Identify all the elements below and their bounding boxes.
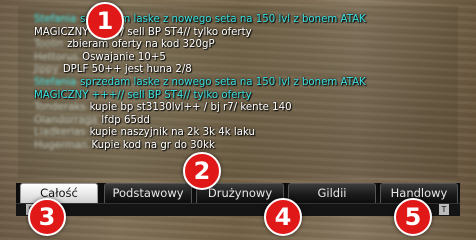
message-sender[interactable]: Hettorus	[34, 52, 78, 63]
message-text: sprzedam laske z nowego seta na 150 lvl …	[80, 76, 366, 88]
message-text: MAGICZNY +++// sell BP ST4// tylko ofert…	[34, 89, 252, 101]
tab-gildii[interactable]: Gildii	[288, 183, 376, 203]
corner-button-right[interactable]: T	[439, 204, 449, 215]
message-sender[interactable]: Toolin	[34, 39, 63, 50]
chat-message: Hettorus Oswajanie 10+5	[34, 52, 464, 65]
chat-message: MAGICZNY +++// sell BP ST4// tylko ofert…	[34, 90, 464, 103]
message-text: kupie bp st3130lvl++ / bj r7/ kente 140	[89, 102, 292, 114]
annotation-marker-3: 3	[28, 198, 66, 236]
chat-tab-bar: Całość Podstawowy Drużynowy Gildii Handl…	[16, 183, 460, 203]
chat-window: Stefania sprzedam laske z nowego seta na …	[18, 6, 458, 178]
chat-message: Toolin zbieram oferty na kod 320gP	[34, 39, 464, 52]
annotation-marker-2: 2	[183, 152, 221, 190]
annotation-marker-1: 1	[86, 2, 124, 40]
chat-message: Tonderaks kupie bp st3130lvl++ / bj r7/ k…	[34, 102, 464, 115]
message-sender[interactable]: Tonderaks	[34, 102, 86, 113]
chat-message: Hugerman Kupie kod na gr do 30kk	[34, 140, 464, 153]
message-text: DPLF 50++ jest huna 2/8	[62, 64, 192, 76]
message-text: Oswajanie 10+5	[82, 51, 166, 63]
tab-podstawowy[interactable]: Podstawowy	[104, 183, 192, 203]
message-text: kupie naszyjnik na 2k 3k 4k laku	[89, 127, 255, 139]
tab-calosc[interactable]: Całość	[20, 183, 98, 203]
message-sender[interactable]: Stefania	[34, 77, 76, 88]
chat-message: Liadkerias kupie naszyjnik na 2k 3k 4k la…	[34, 127, 464, 140]
message-sender[interactable]: Liadkerias	[34, 127, 86, 138]
message-text: Kupie kod na gr do 30kk	[91, 139, 215, 151]
chat-message: Olandorraga lfdp 65dd	[34, 115, 464, 128]
message-text: zbieram oferty na kod 320gP	[67, 39, 215, 51]
annotation-marker-5: 5	[394, 198, 432, 236]
message-text: MAGICZNY +++// sell BP ST4// tylko ofert…	[34, 26, 252, 38]
annotation-marker-4: 4	[264, 198, 302, 236]
message-sender[interactable]: Olandorraga	[34, 115, 97, 126]
chat-message: Stefania sprzedam laske z nowego seta na …	[34, 77, 464, 90]
message-sender[interactable]: Hugerman	[34, 140, 87, 151]
message-text: lfdp 65dd	[101, 114, 150, 126]
message-sender[interactable]: Jippy	[34, 64, 59, 75]
chat-message: Jippy DPLF 50++ jest huna 2/8	[34, 64, 464, 77]
message-sender[interactable]: Stefania	[34, 14, 76, 25]
